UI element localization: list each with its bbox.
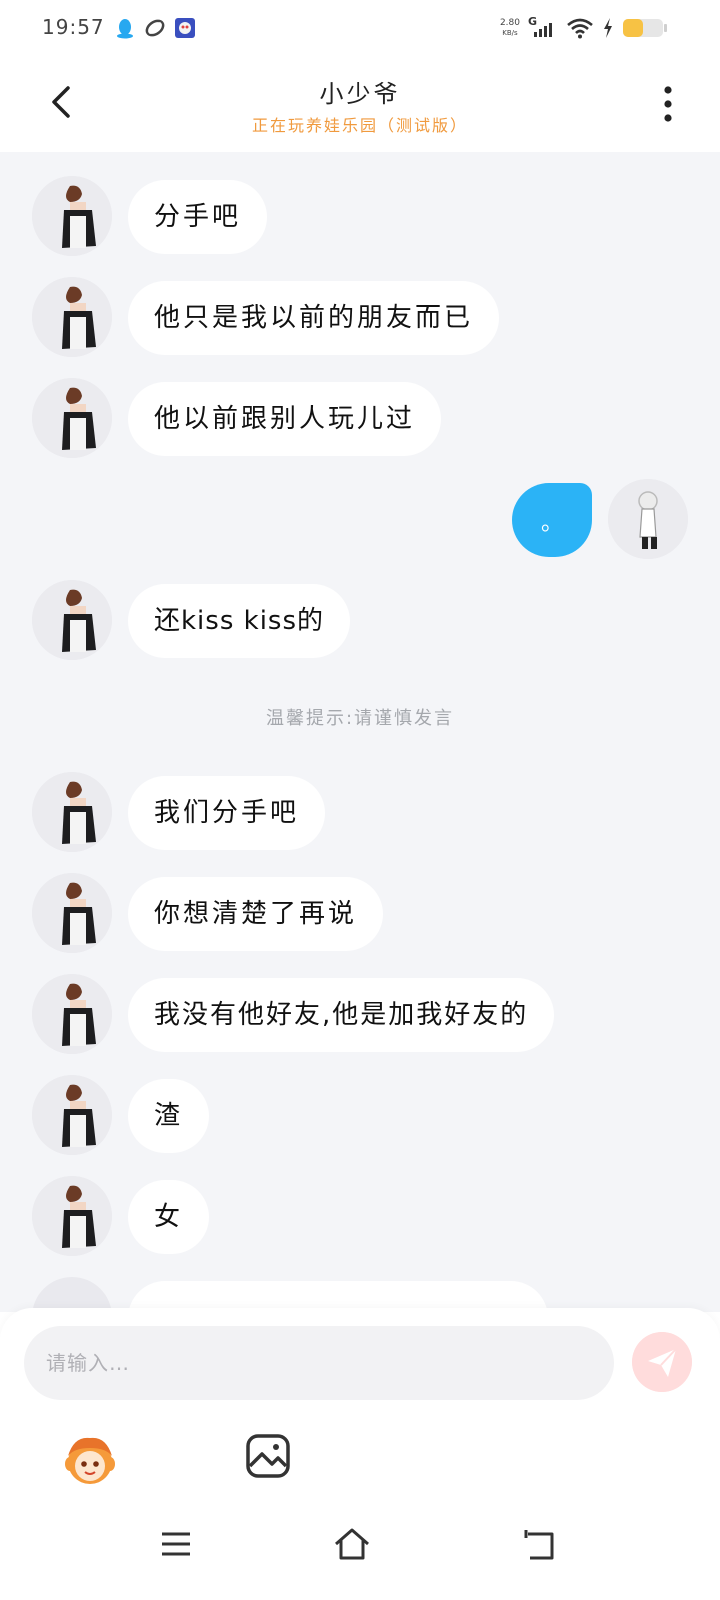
contact-avatar[interactable]	[32, 378, 112, 458]
message-bubble[interactable]: 女	[128, 1180, 210, 1254]
message-bubble[interactable]: 他以前跟别人玩儿过	[128, 382, 442, 456]
chat-header: 小少爷 正在玩养娃乐园（测试版）	[0, 56, 720, 152]
chat-subtitle: 正在玩养娃乐园（测试版）	[251, 116, 468, 135]
chat-title: 小少爷	[319, 80, 401, 108]
contact-avatar[interactable]	[32, 176, 112, 256]
warning-tip: 温馨提示:请谨慎发言	[265, 708, 455, 729]
message-row: 他只是我以前的朋友而已	[0, 277, 720, 357]
back-nav-icon[interactable]	[520, 1524, 560, 1564]
outgoing-message-bubble[interactable]: 。	[512, 483, 592, 557]
send-button[interactable]	[632, 1332, 692, 1392]
sticker-icon[interactable]	[60, 1430, 120, 1490]
menu-icon[interactable]	[156, 1524, 196, 1564]
signal-icon	[534, 23, 552, 37]
message-row: 我们分手吧	[0, 772, 720, 852]
message-bubble[interactable]: 我没有他好友,他是加我好友的	[128, 978, 555, 1052]
network-speed-value: 2.80	[499, 18, 520, 28]
charging-icon	[604, 18, 612, 38]
message-bubble[interactable]: 分手吧	[128, 180, 268, 254]
message-row-outgoing: 。	[0, 479, 720, 559]
contact-avatar[interactable]	[32, 580, 112, 660]
my-avatar[interactable]	[608, 479, 688, 559]
contact-avatar[interactable]	[32, 1176, 112, 1256]
contact-avatar[interactable]	[32, 873, 112, 953]
status-time: 19:57	[42, 15, 105, 39]
network-speed: 2.80 KB/s	[500, 18, 520, 38]
contact-avatar[interactable]	[32, 974, 112, 1054]
message-bubble[interactable]: 我们分手吧	[128, 776, 326, 850]
signal-group: G	[528, 15, 558, 39]
qq-icon	[117, 19, 133, 39]
message-bubble[interactable]: 他只是我以前的朋友而已	[128, 281, 500, 355]
wifi-icon	[567, 18, 593, 39]
chat-message-list[interactable]: 分手吧 他只是我以前的朋友而已 他以前跟别人玩儿过 。 还kiss kiss的 …	[0, 152, 720, 1312]
more-options-icon[interactable]	[656, 84, 680, 124]
image-icon[interactable]	[244, 1432, 292, 1480]
message-row: 我没有他好友,他是加我好友的	[0, 974, 720, 1054]
message-row: 分手吧	[0, 176, 720, 256]
message-bubble[interactable]: 你想清楚了再说	[128, 877, 384, 951]
battery-icon	[623, 19, 667, 37]
system-nav-bar	[0, 1496, 720, 1600]
message-row: 他以前跟别人玩儿过	[0, 378, 720, 458]
contact-avatar[interactable]	[32, 277, 112, 357]
contact-avatar[interactable]	[32, 1075, 112, 1155]
home-icon[interactable]	[332, 1524, 372, 1564]
contact-avatar	[32, 1277, 112, 1312]
message-input[interactable]	[24, 1326, 614, 1400]
message-row-partial	[0, 1277, 720, 1312]
message-bubble[interactable]: 还kiss kiss的	[128, 584, 351, 658]
message-bubble[interactable]: 渣	[128, 1079, 210, 1153]
message-row: 渣	[0, 1075, 720, 1155]
status-bar: 19:57 2.80 KB/s G	[0, 0, 720, 56]
message-row: 女	[0, 1176, 720, 1256]
contact-avatar[interactable]	[32, 772, 112, 852]
link-icon	[145, 19, 165, 37]
network-speed-unit: KB/s	[502, 29, 518, 37]
message-row: 你想清楚了再说	[0, 873, 720, 953]
message-row: 还kiss kiss的	[0, 580, 720, 660]
status-right-group: 2.80 KB/s G	[500, 14, 668, 42]
game-icon	[175, 18, 195, 38]
